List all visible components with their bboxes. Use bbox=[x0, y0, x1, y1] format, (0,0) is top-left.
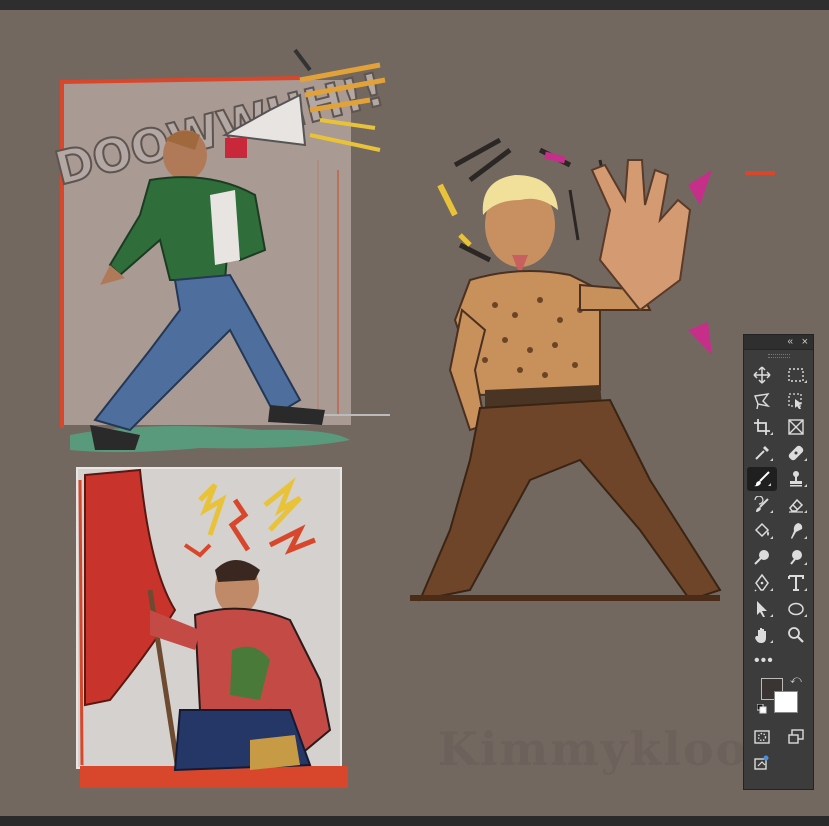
panel-megaphone-boy: DOOWWHH!! bbox=[49, 48, 390, 453]
move-tool-icon bbox=[753, 366, 771, 384]
panel-blond-boy bbox=[410, 137, 775, 602]
tools-panel: « × ••• ⤺ bbox=[743, 334, 814, 790]
healing-brush-tool[interactable] bbox=[779, 440, 813, 466]
object-select-tool[interactable] bbox=[779, 388, 813, 414]
share-button[interactable] bbox=[745, 750, 779, 776]
background-color-swatch[interactable] bbox=[774, 691, 798, 713]
bottom-bar bbox=[0, 816, 829, 826]
artwork: DOOWWHH!! bbox=[49, 48, 775, 788]
move-tool[interactable] bbox=[745, 362, 779, 388]
eraser-tool-icon bbox=[789, 498, 804, 513]
quick-mask-icon bbox=[754, 730, 770, 744]
document-canvas[interactable]: DOOWWHH!! Kimmykloo bbox=[0, 10, 829, 816]
hand-tool[interactable] bbox=[745, 622, 779, 648]
crop-tool-icon bbox=[754, 419, 770, 435]
paint-bucket-icon bbox=[754, 522, 770, 538]
healing-brush-icon bbox=[788, 445, 804, 461]
path-select-icon bbox=[757, 601, 767, 617]
tools-panel-header: « × bbox=[744, 335, 813, 350]
pen-tool-icon bbox=[754, 574, 769, 592]
default-colors-icon[interactable] bbox=[757, 704, 767, 714]
frame-tool-icon bbox=[788, 419, 804, 435]
history-brush-tool[interactable] bbox=[745, 492, 779, 518]
frame-tool[interactable] bbox=[779, 414, 813, 440]
dodge-tool-icon bbox=[754, 550, 769, 565]
swap-colors-icon[interactable]: ⤺ bbox=[790, 674, 802, 687]
path-select-tool[interactable] bbox=[745, 596, 779, 622]
close-icon[interactable]: × bbox=[802, 335, 808, 349]
double-chevron-left-icon[interactable]: « bbox=[787, 335, 793, 349]
marquee-tool-icon bbox=[788, 368, 804, 382]
lasso-tool[interactable] bbox=[745, 388, 779, 414]
watermark-text: Kimmykloo bbox=[438, 722, 749, 776]
history-brush-icon bbox=[754, 496, 769, 512]
paint-bucket-tool[interactable] bbox=[745, 518, 779, 544]
more-tools-icon[interactable]: ••• bbox=[744, 648, 813, 674]
object-select-tool-icon bbox=[788, 393, 802, 409]
screen-mode-button[interactable] bbox=[779, 724, 813, 750]
brush-tool[interactable] bbox=[747, 467, 777, 491]
type-tool[interactable] bbox=[779, 570, 813, 596]
quick-mask-button[interactable] bbox=[745, 724, 779, 750]
hand-tool-icon bbox=[755, 628, 766, 643]
ellipse-tool-icon bbox=[788, 602, 804, 616]
lasso-tool-icon bbox=[754, 393, 771, 410]
pen-tool[interactable] bbox=[745, 570, 779, 596]
burn-tool[interactable] bbox=[779, 544, 813, 570]
mode-tools bbox=[744, 720, 813, 776]
eyedropper-tool[interactable] bbox=[745, 440, 779, 466]
panel-flag-boy bbox=[76, 467, 348, 788]
smudge-tool[interactable] bbox=[779, 518, 813, 544]
ellipse-tool[interactable] bbox=[779, 596, 813, 622]
color-swatches: ⤺ bbox=[744, 674, 813, 720]
dodge-tool[interactable] bbox=[745, 544, 779, 570]
tool-grid bbox=[744, 360, 813, 648]
eraser-tool[interactable] bbox=[779, 492, 813, 518]
zoom-tool-icon bbox=[788, 627, 804, 643]
top-bar bbox=[0, 0, 829, 10]
clone-stamp-icon bbox=[790, 471, 802, 487]
cloud-share-icon bbox=[754, 755, 769, 770]
crop-tool[interactable] bbox=[745, 414, 779, 440]
burn-tool-icon bbox=[790, 550, 802, 565]
screen-mode-icon bbox=[788, 729, 804, 744]
marquee-tool[interactable] bbox=[779, 362, 813, 388]
smudge-tool-icon bbox=[791, 523, 803, 539]
clone-stamp-tool[interactable] bbox=[779, 466, 813, 492]
eyedropper-tool-icon bbox=[755, 446, 769, 460]
type-tool-icon bbox=[788, 575, 804, 591]
zoom-tool[interactable] bbox=[779, 622, 813, 648]
panel-grip[interactable] bbox=[744, 350, 813, 360]
